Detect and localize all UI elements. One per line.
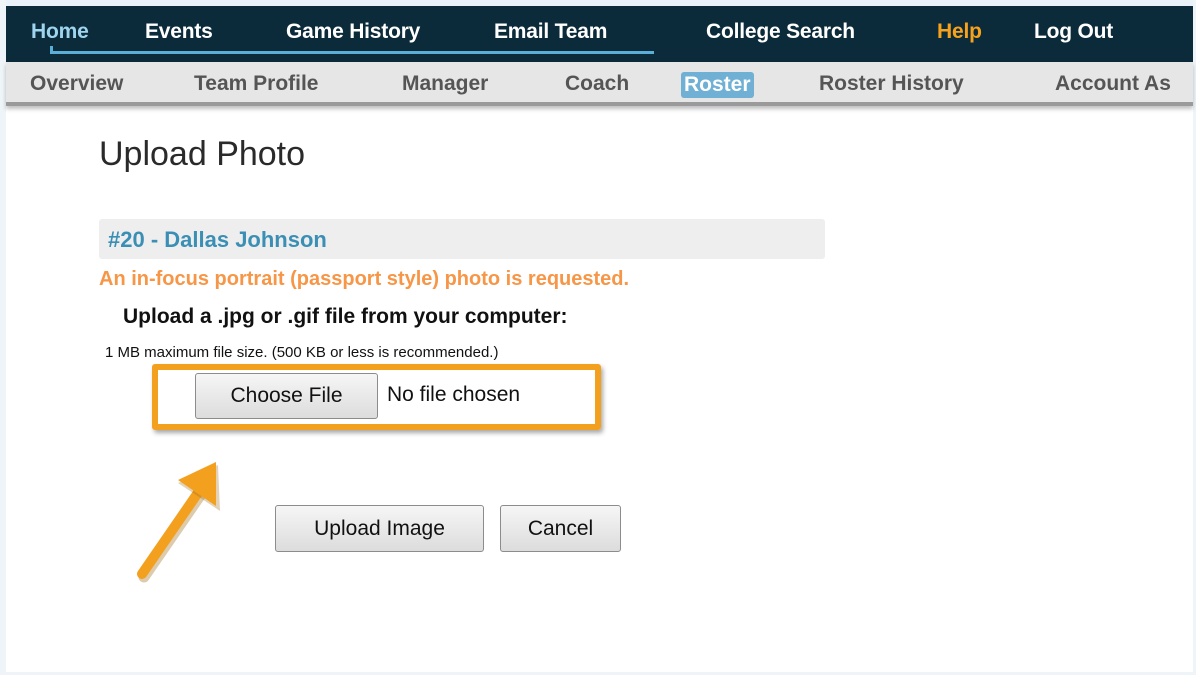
nav-email-team[interactable]: Email Team	[494, 20, 607, 44]
file-size-note: 1 MB maximum file size. (500 KB or less …	[105, 344, 499, 361]
subnav-team-profile[interactable]: Team Profile	[194, 72, 318, 96]
nav-log-out[interactable]: Log Out	[1034, 20, 1113, 44]
upload-image-button[interactable]: Upload Image	[275, 505, 484, 552]
arrow-icon	[137, 462, 220, 583]
top-navigation-items: Home Events Game History Email Team Coll…	[6, 6, 1193, 54]
nav-active-indicator	[50, 51, 654, 54]
nav-college-search[interactable]: College Search	[706, 20, 855, 44]
nav-events[interactable]: Events	[145, 20, 213, 44]
subnav-coach[interactable]: Coach	[565, 72, 629, 96]
cancel-button[interactable]: Cancel	[500, 505, 621, 552]
nav-help[interactable]: Help	[937, 20, 982, 44]
subnav-roster-history[interactable]: Roster History	[819, 72, 964, 96]
nav-home[interactable]: Home	[31, 20, 89, 44]
subnav-roster[interactable]: Roster	[681, 72, 754, 98]
player-name: #20 - Dallas Johnson	[108, 227, 327, 252]
nav-game-history[interactable]: Game History	[286, 20, 420, 44]
file-input-highlight	[152, 364, 601, 430]
upload-instruction: Upload a .jpg or .gif file from your com…	[123, 305, 568, 328]
photo-notice: An in-focus portrait (passport style) ph…	[99, 268, 630, 290]
player-header: #20 - Dallas Johnson	[99, 219, 825, 259]
subnav-manager[interactable]: Manager	[402, 72, 488, 96]
subnav-overview[interactable]: Overview	[30, 72, 123, 96]
subnav-account-as[interactable]: Account As	[1055, 72, 1171, 96]
sub-navigation: Overview Team Profile Manager Coach Rost…	[6, 62, 1193, 106]
page-title: Upload Photo	[99, 135, 306, 173]
top-navigation: Home Events Game History Email Team Coll…	[6, 6, 1193, 62]
